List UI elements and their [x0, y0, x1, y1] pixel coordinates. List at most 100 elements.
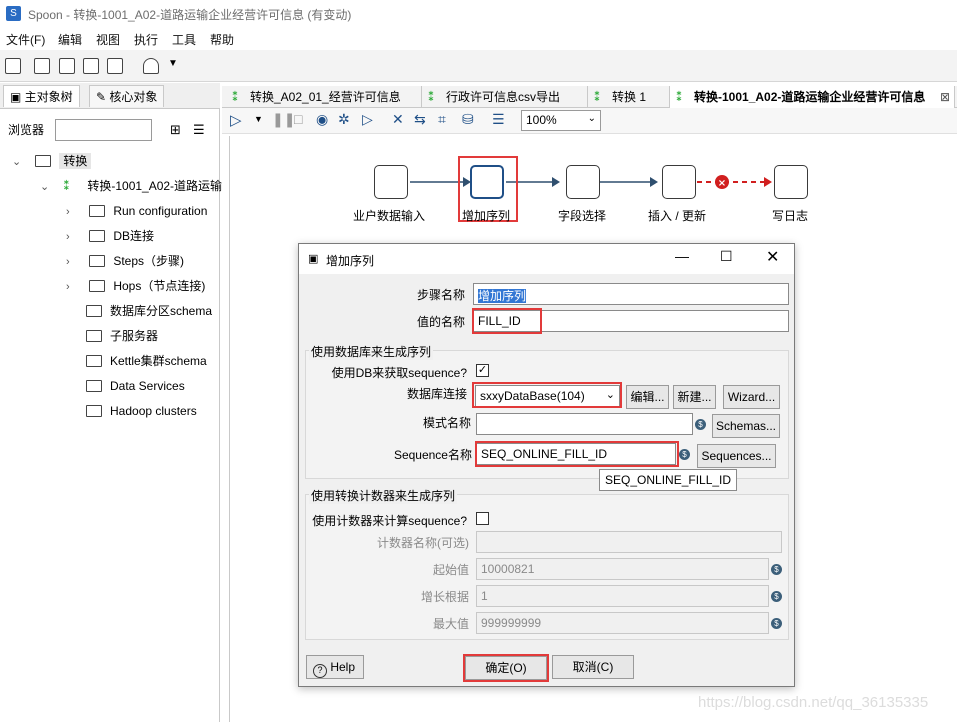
menu-run[interactable]: 执行 [134, 31, 158, 48]
chevron-right-icon[interactable]: › [66, 226, 78, 248]
svg-text:×: × [718, 178, 726, 189]
folder-icon [89, 255, 106, 267]
tab-transform-1001[interactable]: ⁑ 转换-1001_A02-道路运输企业经营许可信息 ⊠ [670, 86, 955, 108]
sequences-button[interactable]: Sequences... [697, 444, 776, 468]
tab-license-csv-export[interactable]: ⁑ 行政许可信息csv导出 [422, 86, 588, 108]
variable-icon[interactable]: $ [771, 591, 782, 602]
increment-input[interactable]: 1 [476, 585, 769, 607]
tree-item-run-config[interactable]: › Run configuration [66, 200, 207, 222]
step-select-values-icon[interactable] [566, 165, 600, 199]
open-folder-icon[interactable] [34, 58, 50, 74]
menu-view[interactable]: 视图 [96, 31, 120, 48]
tree-item-transformation[interactable]: ⌄ ⁑ 转换-1001_A02-道路运输 [40, 175, 222, 197]
menu-help[interactable]: 帮助 [210, 31, 234, 48]
cancel-button[interactable]: 取消(C) [552, 655, 634, 679]
tree-item-cluster-schema[interactable]: Kettle集群schema [78, 350, 207, 372]
spoon-logo-icon: S [6, 6, 21, 21]
tab-transform-a02-01[interactable]: ⁑ 转换_A02_01_经营许可信息 [226, 86, 422, 108]
menu-file[interactable]: 文件(F) [6, 31, 45, 48]
use-db-checkbox[interactable]: ✓ [476, 364, 489, 377]
chevron-right-icon[interactable]: › [66, 251, 78, 273]
chevron-right-icon[interactable]: › [66, 276, 78, 298]
help-button[interactable]: ? Help [306, 655, 364, 679]
variable-icon[interactable]: $ [771, 618, 782, 629]
step-input-icon[interactable] [374, 165, 408, 199]
folder-icon [86, 380, 102, 392]
max-value-label: 最大值 [432, 617, 469, 631]
schemas-button[interactable]: Schemas... [712, 414, 780, 438]
transformation-icon: ⁑ [676, 90, 683, 104]
tree-item-transform[interactable]: ⌄ 转换 [12, 150, 92, 173]
schema-input[interactable] [476, 413, 693, 435]
tree-item-steps[interactable]: › Steps（步骤) [66, 250, 184, 272]
transformation-icon: ⁑ [232, 90, 239, 104]
explore-repo-icon[interactable] [59, 58, 75, 74]
run-dropdown-icon[interactable]: ▼ [254, 114, 263, 124]
transformation-icon: ⁑ [594, 90, 601, 104]
start-value-label: 起始值 [432, 563, 469, 577]
preview-icon[interactable]: ◉ [316, 111, 328, 128]
explore-db-icon[interactable]: ⛁ [462, 111, 474, 128]
expand-tree-icon[interactable]: ⊞ [170, 122, 181, 138]
tree-item-partition-schema[interactable]: 数据库分区schema [78, 300, 212, 322]
max-value-input[interactable]: 999999999 [476, 612, 769, 634]
tree-item-hops[interactable]: › Hops（节点连接) [66, 275, 205, 297]
variable-icon[interactable]: $ [679, 449, 690, 460]
browse-input[interactable] [55, 119, 152, 141]
highlight-box [463, 654, 549, 682]
folder-icon [86, 355, 102, 367]
maximize-icon[interactable]: ☐ [720, 248, 733, 265]
menu-tools[interactable]: 工具 [172, 31, 196, 48]
tree-item-data-services[interactable]: Data Services [78, 375, 185, 397]
start-value-input[interactable]: 10000821 [476, 558, 769, 580]
chevron-down-icon[interactable]: ⌄ [40, 176, 52, 198]
tab-transform-1[interactable]: ⁑ 转换 1 [588, 86, 670, 108]
sql-icon[interactable]: ⌗ [438, 111, 446, 128]
save-icon[interactable] [83, 58, 99, 74]
stop-icon[interactable]: □ [294, 111, 302, 127]
step-insert-update-icon[interactable] [662, 165, 696, 199]
tree-item-db-connections[interactable]: › DB连接 [66, 225, 154, 247]
zoom-select[interactable]: 100% ⌄ [521, 110, 601, 131]
chevron-right-icon[interactable]: › [66, 201, 78, 223]
wizard-button[interactable]: Wizard... [723, 385, 780, 409]
help-icon: ? [313, 664, 327, 678]
close-icon[interactable]: ✕ [766, 247, 779, 267]
new-connection-button[interactable]: 新建... [673, 385, 716, 409]
new-file-icon[interactable] [5, 58, 21, 74]
pause-icon[interactable]: ❚❚ [272, 111, 295, 128]
save-as-icon[interactable] [107, 58, 123, 74]
menu-edit[interactable]: 编辑 [58, 31, 82, 48]
tree-item-slave-server[interactable]: 子服务器 [78, 325, 158, 347]
step-add-sequence-icon[interactable] [470, 165, 504, 199]
collapse-tree-icon[interactable]: ☰ [193, 122, 205, 138]
chevron-down-icon[interactable]: ⌄ [12, 151, 24, 173]
step-label-input: 业户数据输入 [353, 209, 426, 223]
minimize-icon[interactable]: — [675, 248, 689, 264]
variable-icon[interactable]: $ [771, 564, 782, 575]
left-panel-tabs: ▣ 主对象树 ✎ 核心对象 [0, 83, 220, 109]
show-results-icon[interactable]: ☰ [492, 111, 505, 128]
debug-icon[interactable]: ✲ [338, 111, 350, 128]
counter-name-input[interactable] [476, 531, 782, 553]
hop-arrow [650, 177, 658, 187]
step-name-input[interactable]: 增加序列 [473, 283, 789, 305]
use-counter-checkbox[interactable] [476, 512, 489, 525]
verify-icon[interactable]: ✕ [392, 111, 404, 128]
left-panel: ▣ 主对象树 ✎ 核心对象 浏览器 ⊞ ☰ ⌄ 转换 ⌄ ⁑ 转换-1001_A0… [0, 83, 222, 722]
tree-item-hadoop-clusters[interactable]: Hadoop clusters [78, 400, 197, 422]
replay-icon[interactable]: ▷ [362, 111, 373, 128]
layers-dropdown-icon[interactable]: ▼ [168, 58, 178, 69]
tab-core-objects[interactable]: ✎ 核心对象 [89, 85, 165, 107]
layers-icon[interactable] [143, 58, 159, 74]
highlight-box [472, 382, 622, 408]
tab-main-tree[interactable]: ▣ 主对象树 [3, 85, 80, 107]
variable-icon[interactable]: $ [695, 419, 706, 430]
impact-icon[interactable]: ⇆ [414, 111, 426, 128]
close-tab-icon[interactable]: ⊠ [940, 86, 950, 108]
step-label-add-sequence: 增加序列 [462, 209, 511, 223]
run-icon[interactable]: ▷ [230, 111, 242, 129]
chevron-down-icon[interactable]: ⌄ [588, 113, 596, 124]
step-write-log-icon[interactable] [774, 165, 808, 199]
edit-connection-button[interactable]: 编辑... [626, 385, 669, 409]
